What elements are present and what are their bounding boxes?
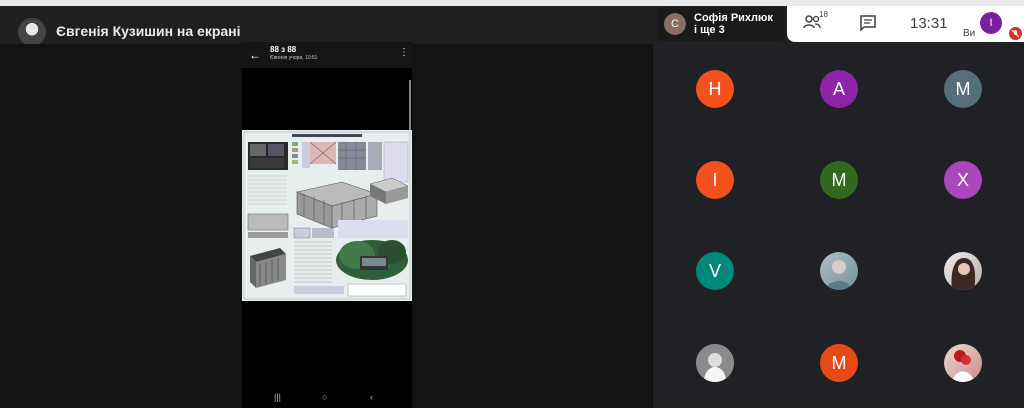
participant-photo-avatar[interactable] — [820, 252, 858, 290]
participant-avatar[interactable]: І — [696, 161, 734, 199]
participant-avatar[interactable]: V — [696, 252, 734, 290]
speaker-name: Софія Рихлюк і ще 3 — [694, 12, 782, 36]
people-icon[interactable] — [803, 14, 833, 34]
phone-header: ← 88 з 88 Євгенія учора, 10:51 ⋮ — [242, 42, 412, 68]
speaker-name-line1: Софія Рихлюк — [694, 12, 773, 24]
presenter-avatar — [18, 18, 46, 46]
participant-photo-avatar[interactable] — [696, 344, 734, 382]
phone-subtitle: Євгенія учора, 10:51 — [270, 55, 318, 61]
people-count: 18 — [819, 10, 828, 19]
self-label: Ви — [963, 28, 976, 39]
meeting-controls: 18 13:31 I Ви — [787, 6, 1024, 42]
meeting-time: 13:31 — [910, 15, 948, 32]
home-icon: ○ — [322, 392, 328, 402]
speaker-chip[interactable]: С Софія Рихлюк і ще 3 — [657, 7, 785, 41]
participant-avatar[interactable]: M — [944, 70, 982, 108]
speaker-name-line2: і ще 3 — [694, 24, 725, 36]
back-nav-icon: ‹ — [370, 392, 373, 402]
phone-title: 88 з 88 — [270, 45, 297, 54]
more-vert-icon: ⋮ — [399, 47, 409, 58]
participant-photo-avatar[interactable] — [944, 252, 982, 290]
recents-icon: ||| — [274, 392, 282, 402]
speaker-avatar: С — [664, 13, 686, 35]
participant-photo-avatar[interactable] — [944, 344, 982, 382]
presenter-title: Євгенія Кузишин на екрані — [56, 23, 241, 39]
participant-avatar[interactable]: Н — [696, 70, 734, 108]
shared-phone-screen: ← 88 з 88 Євгенія учора, 10:51 ⋮ ||| ○ ‹ — [242, 42, 412, 408]
participant-avatar[interactable]: M — [820, 161, 858, 199]
presenter-bar: Євгенія Кузишин на екрані — [0, 6, 655, 46]
participant-avatar[interactable]: M — [820, 344, 858, 382]
phone-scrollbar — [409, 80, 411, 130]
participant-avatar[interactable]: А — [820, 70, 858, 108]
arrow-back-icon: ← — [249, 48, 261, 62]
chat-icon[interactable] — [859, 14, 879, 34]
mic-off-icon[interactable] — [1009, 27, 1022, 40]
participant-avatar[interactable]: X — [944, 161, 982, 199]
architecture-poster-image — [242, 130, 412, 301]
self-avatar[interactable]: I — [980, 12, 1002, 34]
phone-nav-bar: ||| ○ ‹ — [242, 390, 412, 408]
